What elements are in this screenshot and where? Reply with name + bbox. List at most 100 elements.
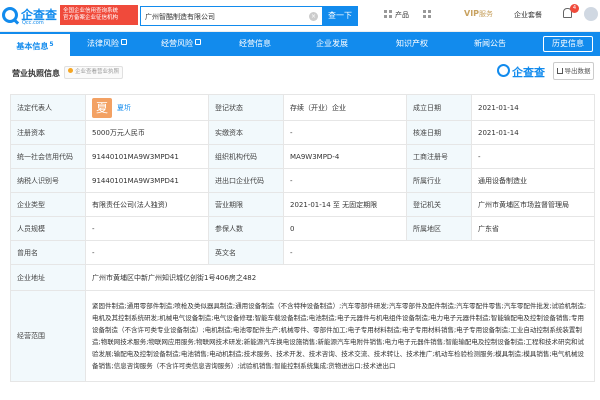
taxpayer-value: 91440101MA9W3MPD41	[85, 168, 209, 193]
legal-rep-label: 法定代表人	[10, 94, 86, 121]
reg-status-label: 登记状态	[208, 94, 284, 121]
address-label: 企业地址	[10, 264, 86, 291]
grid-icon	[384, 10, 392, 18]
search-box: ×	[140, 6, 322, 26]
tab-history[interactable]: 历史信息	[543, 36, 593, 52]
view-license-badge[interactable]: 企业查看营业执照	[64, 66, 124, 79]
reg-capital-value: 5000万元人民币	[85, 120, 209, 145]
notification-badge: 4	[570, 4, 579, 13]
lock-icon	[195, 39, 201, 45]
qcc-logo[interactable]: 企查查 Qcc.com	[2, 5, 58, 27]
qcc-watermark: 企查查	[496, 60, 550, 82]
clear-search-icon[interactable]: ×	[309, 12, 318, 21]
scope-value: 紧固件制造;通用零部件制造;喷枪及类似器具制造;通用设备制造（不含特种设备制造）…	[92, 302, 587, 370]
region-label: 所属地区	[406, 216, 472, 241]
tab-legal-risk[interactable]: 法律风险	[70, 32, 144, 56]
industry-label: 所属行业	[406, 168, 472, 193]
import-export-value: -	[283, 168, 407, 193]
english-name-value: -	[283, 240, 595, 265]
tab-count: 5	[49, 41, 54, 48]
enterprise-package-link[interactable]: 企业套餐	[514, 10, 542, 20]
authority-value: 广州市黄埔区市场监督管理局	[471, 192, 595, 217]
approval-date-label: 核准日期	[406, 120, 472, 145]
magnifier-logo-icon	[2, 7, 18, 23]
app-grid-icon	[423, 10, 431, 18]
slogan-banner: 全国企业信用查询系统 官方备案企业征信机构	[60, 5, 138, 25]
vip-sub-label: 服务	[479, 10, 494, 18]
table-row: 统一社会信用代码 91440101MA9W3MPD41 组织机构代码 MA9W3…	[10, 144, 595, 169]
slogan-line-1: 全国企业信用查询系统	[63, 8, 119, 14]
enterprise-label: 企业套餐	[514, 11, 542, 19]
scope-label: 经营范围	[10, 290, 86, 382]
search-input[interactable]	[145, 10, 310, 23]
address-value: 广州市黄埔区中新广州知识城亿创街1号406房之482	[85, 264, 595, 291]
legal-rep-avatar[interactable]: 夏	[92, 97, 112, 118]
legal-rep-name-link[interactable]: 夏圻	[117, 104, 131, 112]
insured-label: 参保人数	[208, 216, 284, 241]
paid-capital-value: -	[283, 120, 407, 145]
table-row: 企业类型 有限责任公司(法人独资) 营业期限 2021-01-14 至 无固定期…	[10, 192, 595, 217]
table-row: 法定代表人 夏夏圻 登记状态 存续（开业）企业 成立日期 2021-01-14	[10, 94, 595, 121]
license-icon	[68, 68, 73, 73]
tab-basic-info[interactable]: 基本信息5	[0, 32, 70, 56]
vip-label: VIP	[464, 9, 480, 18]
user-avatar[interactable]	[584, 7, 598, 21]
export-button[interactable]: 导出数据	[553, 62, 594, 80]
reg-capital-label: 注册资本	[10, 120, 86, 145]
established-value: 2021-01-14	[471, 94, 595, 121]
lock-icon	[121, 39, 127, 45]
table-row: 曾用名 - 英文名 -	[10, 240, 595, 265]
tab-news[interactable]: 新闻公告	[452, 32, 528, 56]
org-code-value: MA9W3MPD-4	[283, 144, 407, 169]
logo-domain: Qcc.com	[22, 20, 44, 26]
established-label: 成立日期	[406, 94, 472, 121]
region-value: 广东省	[471, 216, 595, 241]
top-bar: 企查查 Qcc.com 全国企业信用查询系统 官方备案企业征信机构 × 查一下 …	[0, 0, 600, 32]
products-label: 产品	[395, 11, 409, 19]
business-license-table: 法定代表人 夏夏圻 登记状态 存续（开业）企业 成立日期 2021-01-14 …	[10, 94, 595, 382]
tab-business-risk[interactable]: 经营风险	[144, 32, 218, 56]
legal-rep-cell: 夏夏圻	[85, 94, 209, 121]
english-name-label: 英文名	[208, 240, 284, 265]
authority-label: 登记机关	[406, 192, 472, 217]
term-value: 2021-01-14 至 无固定期限	[283, 192, 407, 217]
apps-menu[interactable]	[423, 10, 434, 19]
credit-code-label: 统一社会信用代码	[10, 144, 86, 169]
approval-date-value: 2021-01-14	[471, 120, 595, 145]
org-code-label: 组织机构代码	[208, 144, 284, 169]
paid-capital-label: 实缴资本	[208, 120, 284, 145]
scope-cell: 紧固件制造;通用零部件制造;喷枪及类似器具制造;通用设备制造（不含特种设备制造）…	[85, 290, 595, 382]
staff-value: -	[85, 216, 209, 241]
magnifier-watermark-icon	[497, 64, 510, 77]
tab-business-info[interactable]: 经营信息	[218, 32, 292, 56]
term-label: 营业期限	[208, 192, 284, 217]
staff-label: 人员规模	[10, 216, 86, 241]
taxpayer-label: 纳税人识别号	[10, 168, 86, 193]
type-value: 有限责任公司(法人独资)	[85, 192, 209, 217]
table-row: 人员规模 - 参保人数 0 所属地区 广东省	[10, 216, 595, 241]
products-menu[interactable]: 产品	[384, 10, 409, 20]
main-tabs: 基本信息5 法律风险 经营风险 经营信息 企业发展 知识产权 新闻公告 历史信息	[0, 32, 600, 56]
tab-ip[interactable]: 知识产权	[372, 32, 452, 56]
insured-value: 0	[283, 216, 407, 241]
former-name-label: 曾用名	[10, 240, 86, 265]
export-icon	[556, 68, 563, 74]
type-label: 企业类型	[10, 192, 86, 217]
credit-code-value: 91440101MA9W3MPD41	[85, 144, 209, 169]
search-button[interactable]: 查一下	[322, 6, 358, 26]
industry-value: 通用设备制造业	[471, 168, 595, 193]
tab-development[interactable]: 企业发展	[292, 32, 372, 56]
table-row: 注册资本 5000万元人民币 实缴资本 - 核准日期 2021-01-14	[10, 120, 595, 145]
table-row: 经营范围 紧固件制造;通用零部件制造;喷枪及类似器具制造;通用设备制造（不含特种…	[10, 290, 595, 382]
vip-service-link[interactable]: VIP服务	[464, 9, 493, 19]
former-name-value: -	[85, 240, 209, 265]
slogan-line-2: 官方备案企业征信机构	[63, 15, 119, 21]
import-export-label: 进出口企业代码	[208, 168, 284, 193]
table-row: 企业地址 广州市黄埔区中新广州知识城亿创街1号406房之482	[10, 264, 595, 291]
reg-status-value: 存续（开业）企业	[283, 94, 407, 121]
biz-reg-value: -	[471, 144, 595, 169]
section-title: 营业执照信息	[12, 69, 60, 78]
watermark-name: 企查查	[512, 66, 545, 79]
table-row: 纳税人识别号 91440101MA9W3MPD41 进出口企业代码 - 所属行业…	[10, 168, 595, 193]
biz-reg-label: 工商注册号	[406, 144, 472, 169]
